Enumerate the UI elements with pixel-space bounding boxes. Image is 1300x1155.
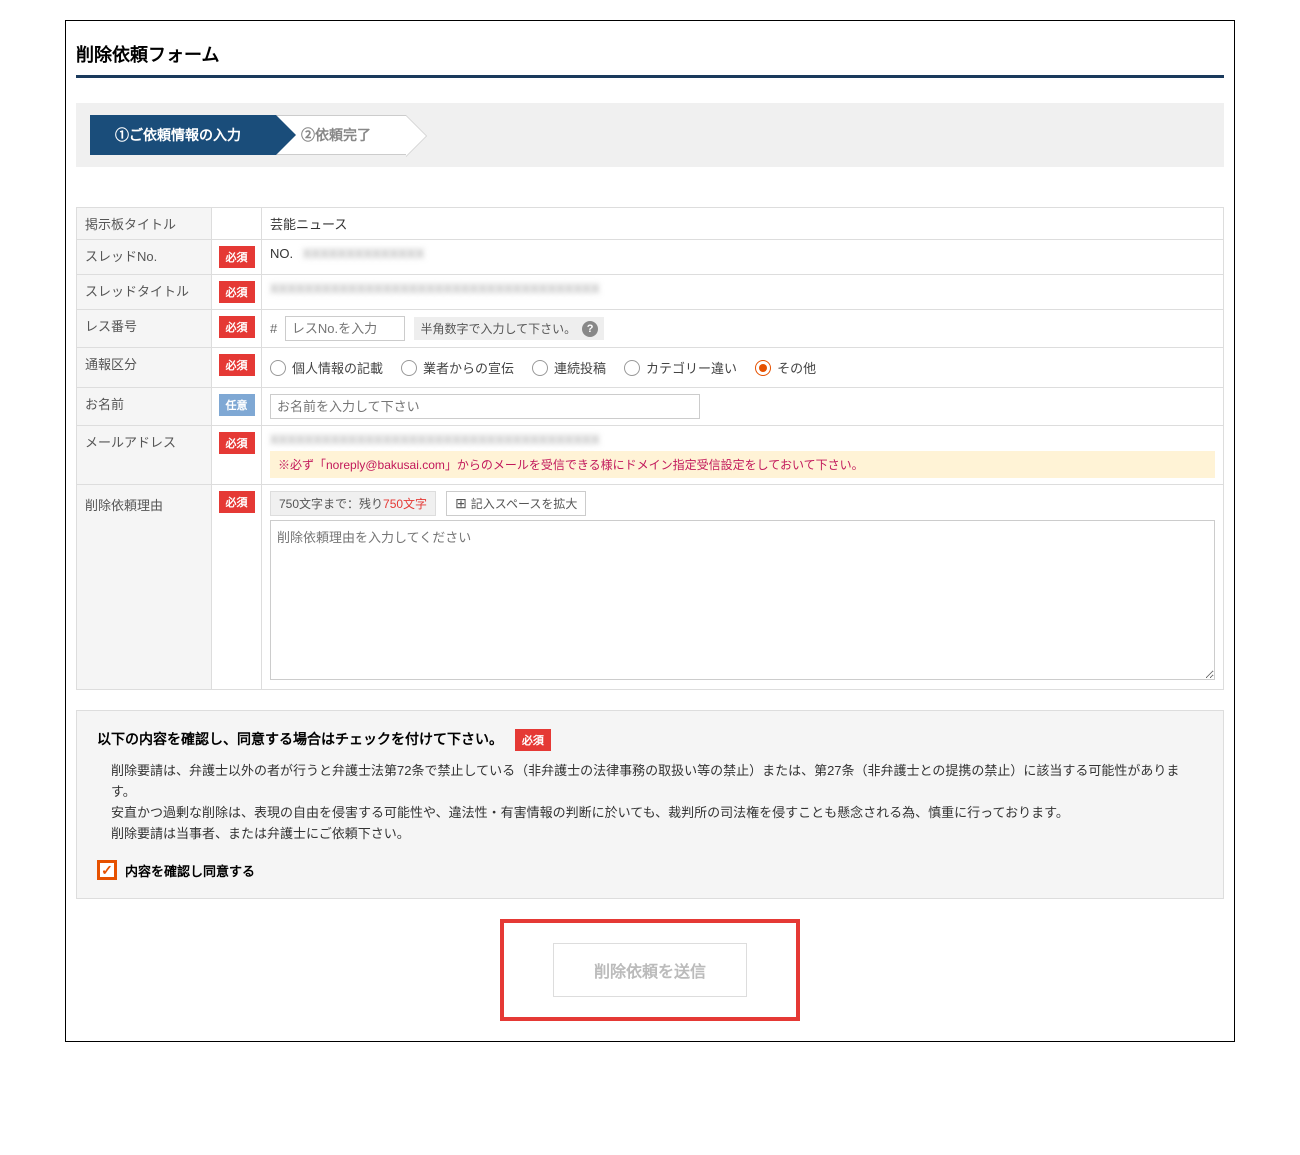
name-label: お名前 [77, 388, 212, 426]
expand-label: 記入スペースを拡大 [471, 495, 578, 512]
steps-container: ①ご依頼情報の入力 ②依頼完了 [76, 103, 1224, 167]
radio-label: その他 [777, 358, 816, 377]
form-table: 掲示板タイトル 芸能ニュース スレッドNo. 必須 NO. XXXXXXXXXX… [76, 207, 1224, 690]
agreement-checkbox-label: 内容を確認し同意する [125, 861, 255, 880]
thread-no-obscured: XXXXXXXXXXXXXX [303, 246, 424, 261]
res-no-prefix: # [270, 321, 277, 336]
required-badge: 必須 [219, 316, 255, 338]
thread-no-value: NO. XXXXXXXXXXXXXX [262, 240, 1224, 275]
radio-icon-checked [755, 360, 771, 376]
required-badge: 必須 [219, 246, 255, 268]
report-type-option-1[interactable]: 業者からの宣伝 [401, 358, 514, 377]
report-type-option-4[interactable]: その他 [755, 358, 816, 377]
report-type-option-0[interactable]: 個人情報の記載 [270, 358, 383, 377]
res-no-hint: 半角数字で入力して下さい。 ? [414, 317, 604, 340]
required-badge: 必須 [219, 491, 255, 513]
optional-badge: 任意 [219, 394, 255, 416]
required-badge: 必須 [219, 432, 255, 454]
radio-icon [624, 360, 640, 376]
res-no-hint-text: 半角数字で入力して下さい。 [420, 320, 576, 337]
thread-title-value: XXXXXXXXXXXXXXXXXXXXXXXXXXXXXXXXXXXXXX [262, 275, 1224, 310]
name-input[interactable] [270, 394, 700, 419]
board-title-value: 芸能ニュース [262, 208, 1224, 240]
thread-no-prefix: NO. [270, 246, 293, 261]
thread-title-label: スレッドタイトル [77, 275, 212, 310]
char-info-prefix: 750文字まで：残り [279, 497, 383, 511]
res-no-input[interactable] [285, 316, 405, 341]
submit-highlight-frame: 削除依頼を送信 [500, 919, 800, 1021]
thread-title-obscured: XXXXXXXXXXXXXXXXXXXXXXXXXXXXXXXXXXXXXX [270, 281, 600, 296]
agreement-body: 削除要請は、弁護士以外の者が行うと弁護士法第72条で禁止している（非弁護士の法律… [111, 761, 1203, 844]
step-1: ①ご依頼情報の入力 [90, 115, 276, 155]
report-type-options: 個人情報の記載 業者からの宣伝 連続投稿 カテゴリー違い [270, 354, 1215, 381]
radio-label: 個人情報の記載 [292, 358, 383, 377]
required-badge: 必須 [219, 354, 255, 376]
agreement-box: 以下の内容を確認し、同意する場合はチェックを付けて下さい。 必須 削除要請は、弁… [76, 710, 1224, 899]
radio-label: 業者からの宣伝 [423, 358, 514, 377]
email-obscured: XXXXXXXXXXXXXXXXXXXXXXXXXXXXXXXXXXXXXX [270, 432, 1215, 447]
char-count: 750文字 [383, 497, 427, 511]
submit-button[interactable]: 削除依頼を送信 [553, 943, 747, 997]
radio-icon [270, 360, 286, 376]
agreement-heading-row: 以下の内容を確認し、同意する場合はチェックを付けて下さい。 必須 [97, 729, 1203, 751]
reason-label: 削除依頼理由 [77, 485, 212, 690]
thread-no-label: スレッドNo. [77, 240, 212, 275]
reason-textarea[interactable] [270, 520, 1215, 680]
report-type-label: 通報区分 [77, 348, 212, 388]
board-title-badge-cell [212, 208, 262, 240]
res-no-label: レス番号 [77, 310, 212, 348]
radio-icon [532, 360, 548, 376]
form-frame: 削除依頼フォーム ①ご依頼情報の入力 ②依頼完了 掲示板タイトル 芸能ニュース … [65, 20, 1235, 1042]
report-type-option-3[interactable]: カテゴリー違い [624, 358, 737, 377]
required-badge: 必須 [219, 281, 255, 303]
email-note: ※必ず「noreply@bakusai.com」からのメールを受信できる様にドメ… [270, 451, 1215, 478]
char-counter: 750文字まで：残り750文字 [270, 491, 436, 516]
radio-label: カテゴリー違い [646, 358, 737, 377]
form-title: 削除依頼フォーム [76, 31, 1224, 78]
agreement-checkbox[interactable]: ✓ [97, 860, 117, 880]
radio-icon [401, 360, 417, 376]
agreement-heading: 以下の内容を確認し、同意する場合はチェックを付けて下さい。 [97, 731, 503, 747]
board-title-label: 掲示板タイトル [77, 208, 212, 240]
report-type-option-2[interactable]: 連続投稿 [532, 358, 606, 377]
checkmark-icon: ✓ [101, 862, 113, 879]
radio-label: 連続投稿 [554, 358, 606, 377]
required-badge: 必須 [515, 729, 551, 751]
expand-icon: ⊞ [455, 495, 467, 512]
email-label: メールアドレス [77, 426, 212, 485]
help-icon[interactable]: ? [582, 321, 598, 337]
expand-textarea-button[interactable]: ⊞ 記入スペースを拡大 [446, 491, 586, 516]
res-no-cell: # 半角数字で入力して下さい。 ? [262, 310, 1224, 348]
